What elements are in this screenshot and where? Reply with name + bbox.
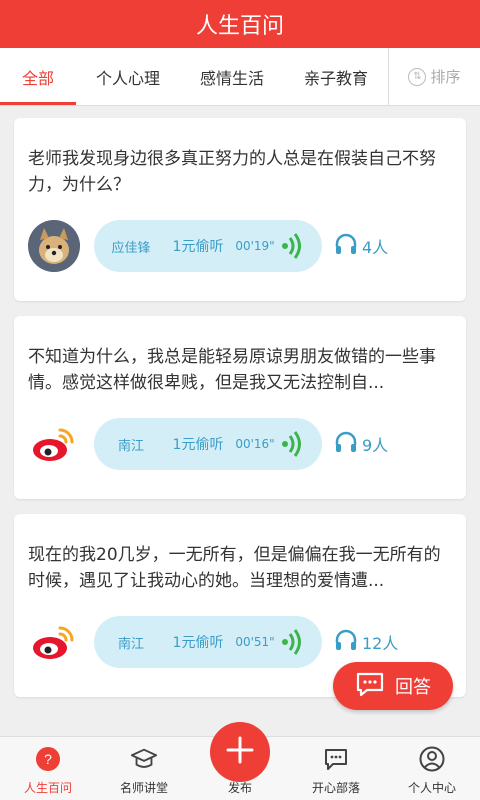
nav-label: 人生百问	[23, 781, 72, 795]
question-card[interactable]: 老师我发现身边很多真正努力的人总是在假装自己不努力，为什么？ 应佳锋 1元偷听 …	[14, 118, 466, 301]
voice-answer-player[interactable]: 南江 1元偷听 00'51"	[94, 616, 322, 668]
listener-count-label: 12人	[362, 634, 399, 653]
weibo-icon[interactable]	[28, 418, 80, 470]
voice-answer-player[interactable]: 南江 1元偷听 00'16"	[94, 418, 322, 470]
weibo-icon[interactable]	[28, 616, 80, 668]
question-circle-icon: ?	[34, 745, 62, 773]
tab-all[interactable]: 全部	[0, 48, 76, 105]
answerer-name: 南江	[117, 438, 144, 454]
headphones-icon	[334, 431, 358, 457]
audio-duration: 00'16"	[235, 437, 275, 451]
nav-label: 名师讲堂	[119, 781, 168, 795]
listener-count-label: 9人	[362, 436, 389, 455]
tab-parenting[interactable]: 亲子教育	[284, 48, 388, 105]
listener-count: 9人	[334, 431, 388, 457]
listener-count: 12人	[334, 629, 398, 655]
page-title: 人生百问	[195, 14, 284, 39]
listener-count: 4人	[334, 233, 388, 259]
headphones-icon	[334, 233, 358, 259]
nav-label: 开心部落	[311, 781, 360, 795]
nav-item-happy-tribe[interactable]: 开心部落	[288, 737, 384, 800]
headphones-icon	[334, 629, 358, 655]
answer-button-label: 回答	[395, 677, 431, 698]
answerer-avatar[interactable]	[28, 220, 80, 272]
tab-personal-psychology[interactable]: 个人心理	[76, 48, 180, 105]
answerer-name: 南江	[117, 636, 144, 652]
question-text: 不知道为什么，我总是能轻易原谅男朋友做错的一些事情。感觉这样做很卑贱，但是我又无…	[28, 347, 436, 393]
answer-button[interactable]: 回答	[333, 662, 453, 710]
sound-wave-icon	[278, 429, 308, 459]
graduation-cap-icon	[130, 745, 158, 773]
question-text: 现在的我20几岁，一无所有，但是偏偏在我一无所有的时候，遇见了让我动心的她。当理…	[28, 545, 441, 591]
svg-text:?: ?	[44, 751, 52, 767]
publish-button[interactable]	[210, 722, 270, 782]
user-icon	[418, 745, 446, 773]
tab-emotional-life[interactable]: 感情生活	[180, 48, 284, 105]
nav-item-personal-center[interactable]: 个人中心	[384, 737, 480, 800]
sort-icon: ⇅	[408, 67, 427, 86]
audio-duration: 00'19"	[235, 239, 275, 253]
chat-bubble-icon	[355, 671, 385, 702]
question-card[interactable]: 不知道为什么，我总是能轻易原谅男朋友做错的一些事情。感觉这样做很卑贱，但是我又无…	[14, 316, 466, 499]
nav-item-master-lectures[interactable]: 名师讲堂	[96, 737, 192, 800]
listen-price: 1元偷听	[172, 437, 224, 453]
listen-price: 1元偷听	[172, 239, 224, 255]
question-text: 老师我发现身边很多真正努力的人总是在假装自己不努力，为什么？	[28, 149, 436, 195]
listener-count-label: 4人	[362, 238, 389, 257]
sort-button[interactable]: ⇅ 排序	[388, 48, 480, 105]
listen-price: 1元偷听	[172, 635, 224, 651]
sound-wave-icon	[278, 231, 308, 261]
sound-wave-icon	[278, 627, 308, 657]
category-tabs: 全部 个人心理 感情生活 亲子教育 ⇅ 排序	[0, 48, 480, 106]
answerer-name: 应佳锋	[111, 240, 151, 256]
chat-icon	[322, 745, 350, 773]
plus-icon	[225, 735, 255, 769]
nav-item-life-questions[interactable]: ? 人生百问	[0, 737, 96, 800]
title-bar: 人生百问	[0, 0, 480, 48]
audio-duration: 00'51"	[235, 635, 275, 649]
voice-answer-player[interactable]: 应佳锋 1元偷听 00'19"	[94, 220, 322, 272]
sort-label: 排序	[430, 68, 461, 86]
nav-label: 个人中心	[407, 781, 456, 795]
